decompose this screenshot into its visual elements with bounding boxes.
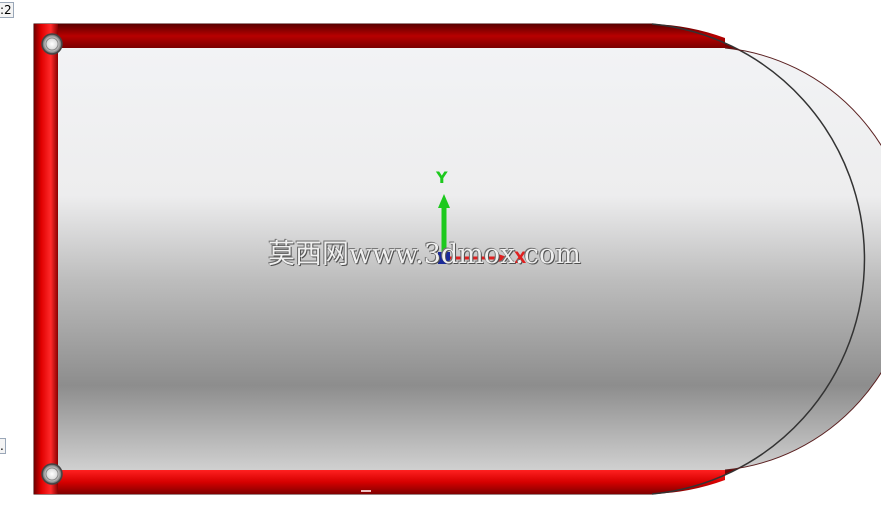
- frame-top-rail[interactable]: [34, 24, 725, 48]
- viewport-tag-top[interactable]: :2: [0, 2, 14, 18]
- bottom-marker: [361, 490, 371, 492]
- watermark-text: 莫西网www.3dmox.com: [268, 239, 581, 270]
- hole-icon[interactable]: [41, 463, 63, 485]
- frame-left-rail[interactable]: [34, 24, 58, 494]
- graphics-viewport[interactable]: :2 . Y X 莫西网www.3dmox.com: [0, 0, 881, 509]
- y-axis-label: Y: [436, 168, 448, 187]
- hole-icon[interactable]: [41, 33, 63, 55]
- frame-bottom-rail[interactable]: [34, 470, 725, 494]
- viewport-tag-bottom[interactable]: .: [0, 438, 6, 454]
